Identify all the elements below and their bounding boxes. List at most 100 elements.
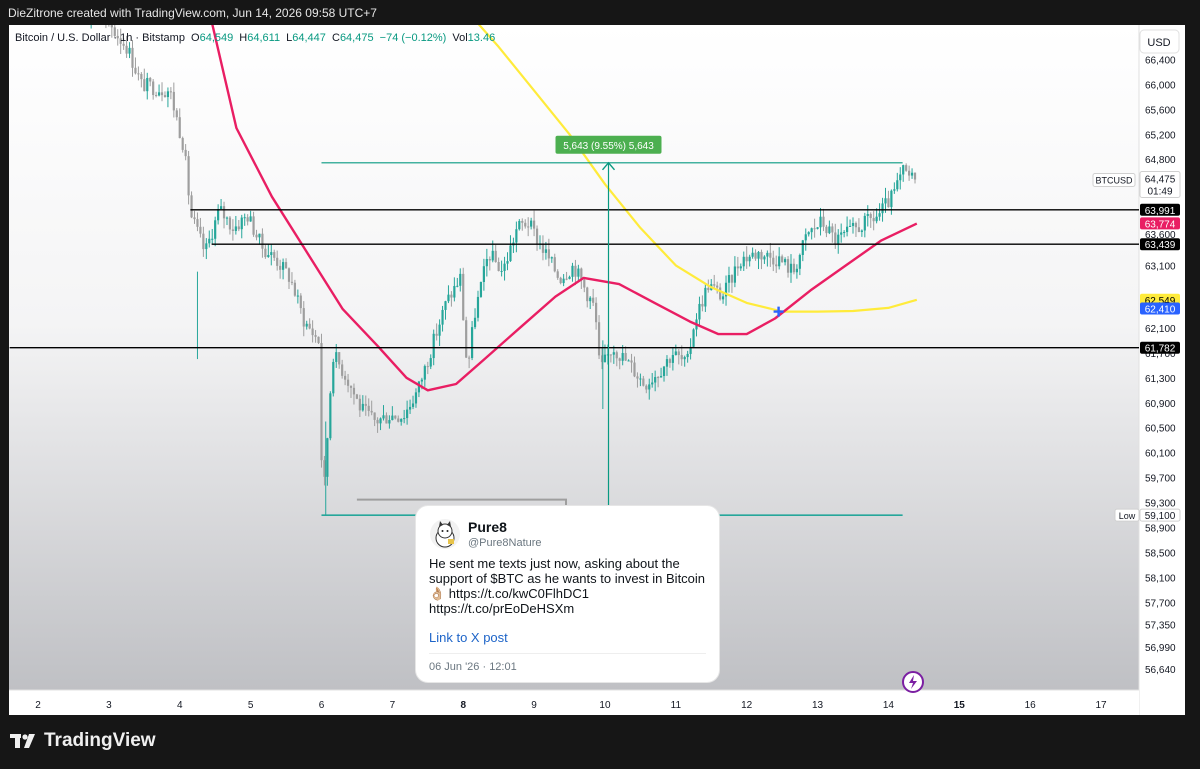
candle-body [860, 230, 863, 233]
candle-body [544, 249, 548, 253]
candle-body [742, 256, 745, 267]
candle-body [196, 219, 199, 227]
candle-body [314, 335, 317, 337]
candle-body [243, 217, 246, 219]
candle-body [875, 216, 878, 222]
candle-body [273, 252, 276, 258]
tweet-text-line[interactable]: 👌🏼 https://t.co/kwC0FlhDC1 [429, 586, 711, 601]
y-tick-label: 59,700 [1145, 474, 1176, 485]
low-tag-text: Low [1119, 511, 1136, 521]
candle-body [822, 216, 825, 227]
price-scale-panel[interactable] [1139, 25, 1185, 715]
candle-body [692, 329, 695, 347]
candle-body [205, 243, 208, 250]
candle-body [414, 392, 418, 404]
legend-symbol: Bitcoin / U.S. Dollar · 1h · Bitstamp [15, 32, 185, 44]
candle-body [258, 233, 261, 238]
candle-body [887, 198, 890, 208]
legend-high-value: 64,611 [247, 32, 280, 44]
tweet-text-line: He sent me texts just now, asking about … [429, 556, 680, 571]
tweet-card[interactable]: Pure8 @Pure8Nature He sent me texts just… [416, 506, 719, 682]
y-tick-label: 66,000 [1145, 80, 1176, 91]
candle-body [364, 403, 367, 406]
candle-body [341, 364, 344, 376]
candle-body [674, 351, 677, 356]
tweet-text: He sent me texts just now, asking about … [429, 556, 711, 616]
x-tick-label: 12 [741, 700, 753, 711]
candle-body [727, 275, 731, 283]
candle-body [166, 91, 170, 98]
candle-body [228, 217, 232, 230]
candle-body [152, 81, 155, 96]
candle-body [187, 156, 190, 196]
tweet-text-line: support of $BTC as he wants to invest in… [429, 571, 706, 586]
y-tick-label: 61,300 [1145, 374, 1176, 385]
candle-body [473, 317, 477, 328]
candle-body [429, 358, 432, 367]
candle-body [831, 226, 834, 233]
x-tick-label: 10 [599, 700, 611, 711]
candle-body [338, 352, 341, 365]
y-tick-label: 60,100 [1145, 449, 1176, 460]
candle-body [851, 222, 855, 226]
candle-body [219, 206, 223, 210]
candle-body [636, 376, 639, 379]
candle-body [468, 357, 471, 359]
candle-body [479, 282, 483, 297]
candle-body [500, 270, 503, 272]
candle-body [211, 238, 214, 240]
candle-body [781, 256, 784, 263]
candle-body [352, 387, 356, 395]
candle-body [866, 214, 869, 216]
y-tick-label: 58,900 [1145, 524, 1176, 535]
y-tick-label: 59,300 [1145, 499, 1176, 510]
candle-body [172, 91, 175, 111]
candle-body [680, 355, 683, 360]
y-tick-label: 66,400 [1145, 55, 1176, 66]
creator-line: DieZitrone created with TradingView.com,… [8, 6, 377, 20]
tweet-text-line[interactable]: https://t.co/prEoDeHSXm [429, 601, 711, 616]
candle-body [845, 226, 849, 233]
candle-body [237, 226, 240, 230]
candle-body [465, 320, 468, 358]
candle-body [482, 266, 485, 283]
candle-body [149, 77, 152, 82]
candle-body [630, 360, 633, 363]
candle-body [639, 378, 642, 380]
legend-change: −74 (−0.12%) [380, 32, 447, 44]
candle-body [175, 110, 178, 118]
candle-body [214, 220, 217, 239]
candle-body [506, 261, 509, 264]
link-to-x-post[interactable]: Link to X post [429, 630, 508, 645]
candle-body [884, 198, 887, 204]
candle-body [344, 375, 347, 380]
candle-body [355, 394, 359, 399]
candle-body [470, 327, 474, 358]
candle-body [494, 250, 497, 263]
candle-body [317, 336, 320, 344]
candle-body [524, 222, 527, 227]
candle-body [615, 352, 618, 359]
candle-body [397, 418, 400, 422]
x-tick-label: 14 [883, 700, 895, 711]
candle-body [249, 216, 252, 222]
candle-body [828, 226, 831, 234]
tweet-author-name[interactable]: Pure8 [468, 519, 507, 535]
tradingview-logo[interactable]: TradingView [10, 730, 156, 752]
candle-body [376, 419, 379, 424]
candle-body [766, 252, 769, 257]
candle-body [400, 418, 403, 422]
candle-body [190, 195, 193, 218]
candle-body [391, 415, 394, 421]
candle-body [665, 359, 669, 367]
tweet-author-handle[interactable]: @Pure8Nature [468, 537, 542, 549]
candle-body [550, 257, 553, 259]
candle-body [783, 259, 787, 263]
candle-body [438, 324, 441, 336]
currency-label: USD [1147, 37, 1170, 49]
snapshot-lightning-button[interactable] [902, 671, 924, 693]
countdown-text: 01:49 [1147, 187, 1172, 198]
avatar[interactable] [430, 519, 460, 549]
candle-body [432, 333, 435, 359]
candle-body [754, 252, 757, 259]
